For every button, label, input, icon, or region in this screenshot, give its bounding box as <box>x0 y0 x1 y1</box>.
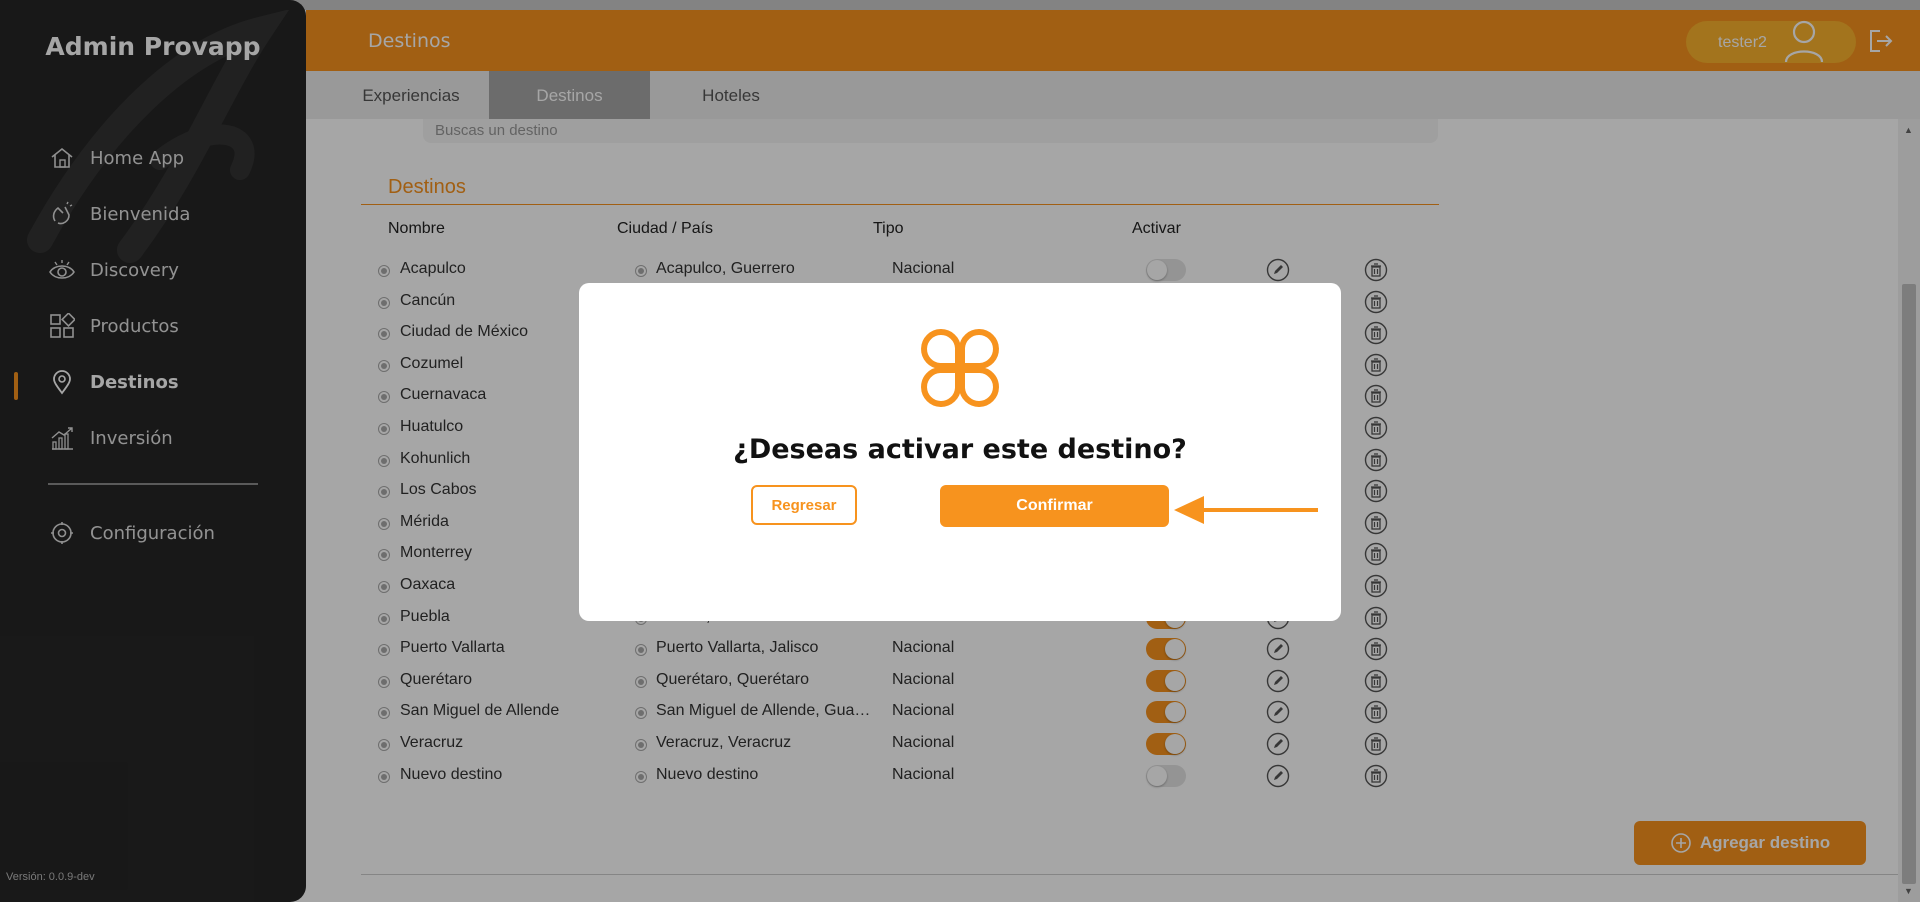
confirm-dialog: ¿Deseas activar este destino? Regresar C… <box>579 283 1341 621</box>
back-button[interactable]: Regresar <box>751 485 857 525</box>
confirm-button[interactable]: Confirmar <box>940 485 1169 527</box>
clover-logo-icon <box>921 329 999 407</box>
annotation-arrow-icon <box>1174 496 1318 524</box>
dialog-title: ¿Deseas activar este destino? <box>733 434 1187 465</box>
